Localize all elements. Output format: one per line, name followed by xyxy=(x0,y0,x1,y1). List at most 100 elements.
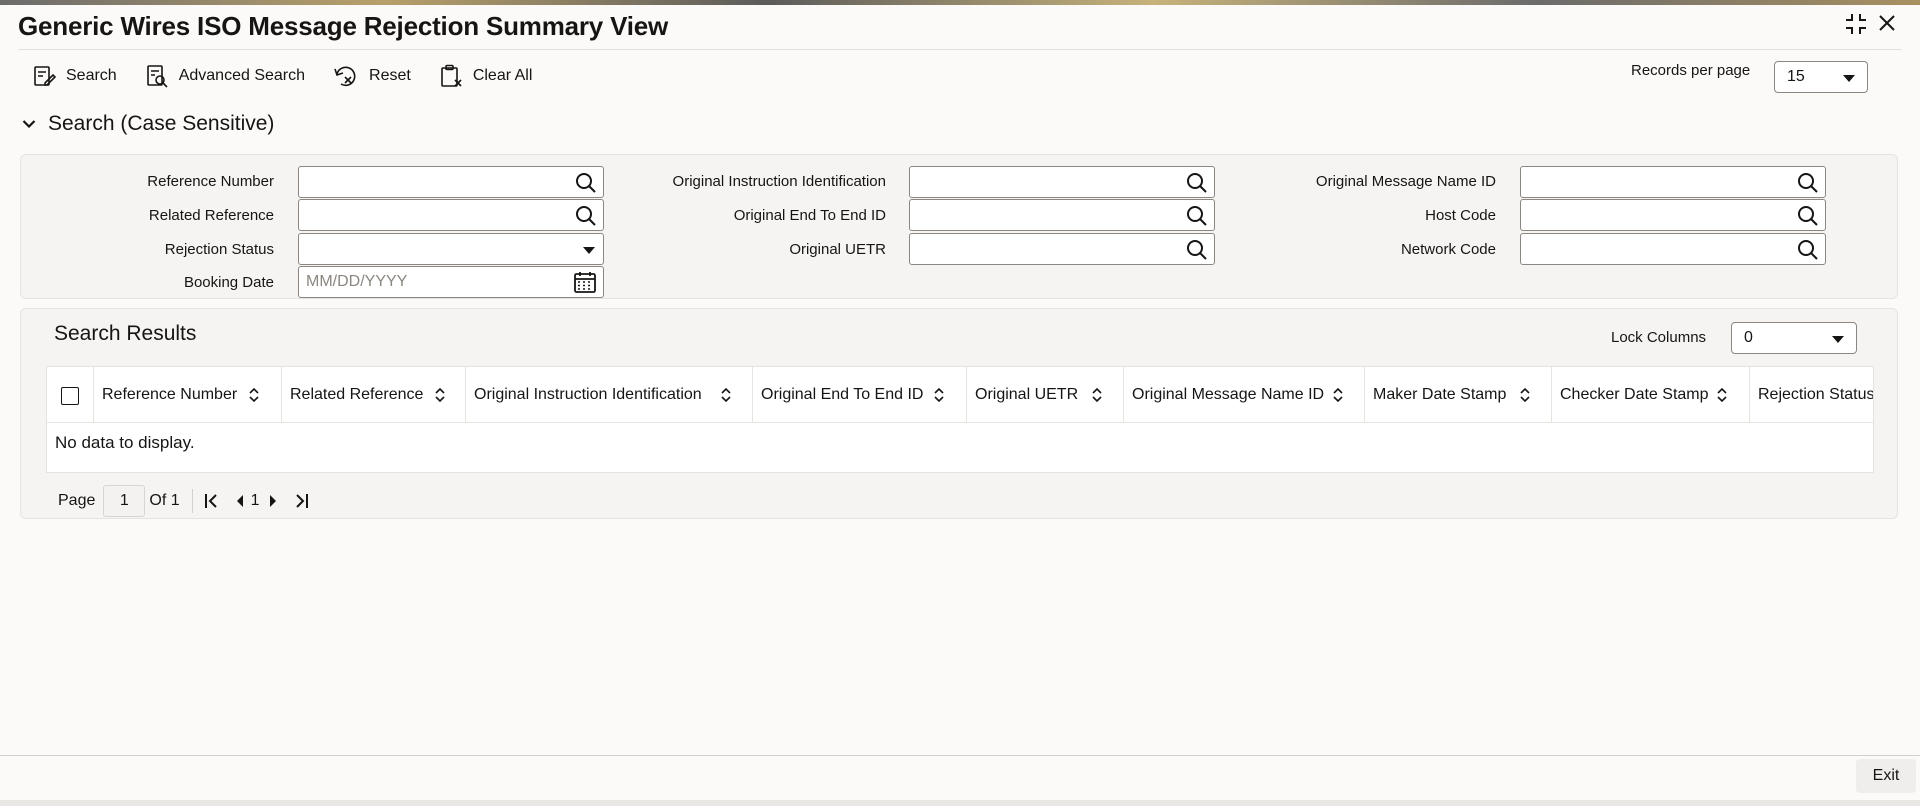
calendar-icon[interactable] xyxy=(573,271,597,293)
advanced-search-button-label: Advanced Search xyxy=(178,67,306,84)
sort-icon[interactable] xyxy=(1091,386,1103,404)
network-code-input[interactable] xyxy=(1520,233,1826,265)
original-instruction-identification-input[interactable] xyxy=(909,166,1215,198)
search-button-label: Search xyxy=(66,67,117,84)
search-icon[interactable] xyxy=(1797,205,1819,227)
records-per-page-select[interactable]: 15 xyxy=(1774,61,1868,93)
lock-columns-label: Lock Columns xyxy=(1611,329,1707,346)
clipboard-clear-icon xyxy=(441,64,462,87)
sort-icon[interactable] xyxy=(933,386,945,404)
exit-button[interactable]: Exit xyxy=(1856,759,1916,793)
column-header-original-instruction-identification[interactable]: Original Instruction Identification xyxy=(466,367,753,423)
search-icon[interactable] xyxy=(1186,172,1208,194)
search-results-title: Search Results xyxy=(54,322,197,345)
related-reference-input[interactable] xyxy=(298,199,604,231)
column-header-label: Original Instruction Identification xyxy=(474,386,702,403)
lock-columns-select[interactable]: 0 xyxy=(1731,322,1857,354)
booking-date-input[interactable]: MM/DD/YYYY xyxy=(298,266,604,298)
top-banner-strip xyxy=(0,0,1920,5)
next-page-icon[interactable] xyxy=(268,493,278,509)
column-header-maker-date-stamp[interactable]: Maker Date Stamp xyxy=(1365,367,1552,423)
original-instruction-identification-label: Original Instruction Identification xyxy=(672,173,886,190)
sort-icon[interactable] xyxy=(1716,386,1728,404)
table-header-row: Reference Number Related Reference Origi… xyxy=(47,367,1874,423)
page-label: Page xyxy=(58,492,96,509)
previous-page-icon[interactable] xyxy=(235,493,245,509)
close-window-button[interactable] xyxy=(1876,12,1898,34)
records-per-page-value: 15 xyxy=(1787,68,1805,85)
close-icon xyxy=(1879,15,1895,31)
search-icon[interactable] xyxy=(1186,205,1208,227)
search-icon[interactable] xyxy=(1186,239,1208,261)
column-header-label: Reference Number xyxy=(102,386,238,403)
first-page-icon[interactable] xyxy=(203,492,221,510)
search-icon[interactable] xyxy=(1797,172,1819,194)
search-form-icon xyxy=(34,66,56,86)
related-reference-label: Related Reference xyxy=(148,207,274,224)
page-number-value: 1 xyxy=(119,492,129,509)
search-icon[interactable] xyxy=(575,172,597,194)
rejection-status-select[interactable] xyxy=(298,233,604,265)
network-code-label: Network Code xyxy=(1400,241,1496,258)
sort-icon[interactable] xyxy=(434,386,446,404)
reference-number-input[interactable] xyxy=(298,166,604,198)
column-header-label: Original End To End ID xyxy=(761,386,924,403)
column-header-label: Original Message Name ID xyxy=(1132,386,1325,403)
original-uetr-label: Original UETR xyxy=(789,241,886,258)
column-header-label: Rejection Status xyxy=(1758,386,1874,403)
column-header-label: Checker Date Stamp xyxy=(1560,386,1709,403)
sort-icon[interactable] xyxy=(1519,386,1531,404)
lock-columns-value: 0 xyxy=(1744,329,1753,346)
column-header-label: Original UETR xyxy=(975,386,1079,403)
page-number-input[interactable]: 1 xyxy=(103,485,146,517)
sort-icon[interactable] xyxy=(720,386,732,404)
chevron-down-icon xyxy=(1832,336,1844,343)
column-header-original-end-to-end-id[interactable]: Original End To End ID xyxy=(753,367,967,423)
column-header-reference-number[interactable]: Reference Number xyxy=(94,367,282,423)
footer-divider xyxy=(0,755,1920,756)
select-all-checkbox[interactable] xyxy=(61,387,79,405)
search-section-title: Search (Case Sensitive) xyxy=(48,112,275,135)
booking-date-placeholder: MM/DD/YYYY xyxy=(306,273,408,290)
original-end-to-end-id-label: Original End To End ID xyxy=(733,207,886,224)
sort-icon[interactable] xyxy=(1332,386,1344,404)
host-code-input[interactable] xyxy=(1520,199,1826,231)
search-icon[interactable] xyxy=(1797,239,1819,261)
column-header-original-message-name-id[interactable]: Original Message Name ID xyxy=(1124,367,1365,423)
page-title: Generic Wires ISO Message Rejection Summ… xyxy=(18,11,669,41)
collapse-window-button[interactable] xyxy=(1844,12,1868,36)
clear-all-button-label: Clear All xyxy=(472,67,533,84)
reset-button[interactable]: Reset xyxy=(333,62,411,90)
reference-number-label: Reference Number xyxy=(147,173,274,190)
column-header-checker-date-stamp[interactable]: Checker Date Stamp xyxy=(1552,367,1750,423)
sort-icon[interactable] xyxy=(248,386,260,404)
search-icon[interactable] xyxy=(575,205,597,227)
chevron-down-icon xyxy=(22,120,36,129)
advanced-search-button[interactable]: Advanced Search xyxy=(145,62,305,90)
results-table: Reference Number Related Reference Origi… xyxy=(46,366,1874,473)
reset-button-label: Reset xyxy=(369,67,411,84)
search-section-toggle[interactable]: Search (Case Sensitive) xyxy=(22,112,274,136)
select-all-cell xyxy=(47,367,94,423)
chevron-down-icon xyxy=(583,247,595,254)
pager-divider xyxy=(191,489,193,513)
advanced-search-icon xyxy=(146,65,168,88)
chevron-down-icon xyxy=(1843,75,1855,82)
column-header-label: Related Reference xyxy=(290,386,424,403)
records-per-page-label: Records per page xyxy=(1631,62,1751,79)
original-uetr-input[interactable] xyxy=(909,233,1215,265)
column-header-rejection-status[interactable]: Rejection Status xyxy=(1750,367,1874,423)
column-header-related-reference[interactable]: Related Reference xyxy=(282,367,466,423)
original-end-to-end-id-input[interactable] xyxy=(909,199,1215,231)
search-button[interactable]: Search xyxy=(32,62,117,90)
current-page-link[interactable]: 1 xyxy=(251,492,260,510)
last-page-icon[interactable] xyxy=(292,492,310,510)
rejection-status-label: Rejection Status xyxy=(164,241,274,258)
column-header-original-uetr[interactable]: Original UETR xyxy=(967,367,1124,423)
page-of-label: Of 1 xyxy=(149,492,180,509)
clear-all-button[interactable]: Clear All xyxy=(439,62,533,90)
reset-icon xyxy=(334,66,356,87)
pagination: Page 1 Of 1 1 xyxy=(58,485,310,517)
original-message-name-id-input[interactable] xyxy=(1520,166,1826,198)
toolbar: Search Advanced Search Reset Clear All xyxy=(32,62,532,90)
